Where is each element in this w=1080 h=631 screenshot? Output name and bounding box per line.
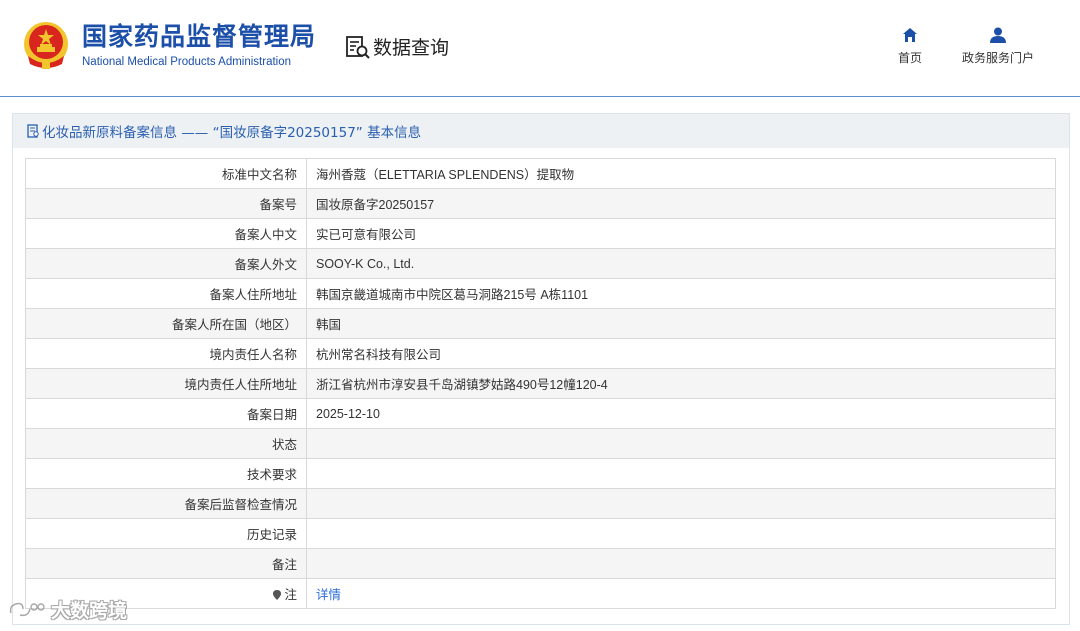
row-label: 境内责任人住所地址 [25,368,307,399]
table-row: 技术要求 [25,458,1056,489]
row-value: 国妆原备字20250157 [306,188,1056,219]
table-row: 境内责任人住所地址 浙江省杭州市淳安县千岛湖镇梦姑路490号12幢120-4 [25,368,1056,399]
table-row: 备案人所在国（地区） 韩国 [25,308,1056,339]
row-label: 状态 [25,428,307,459]
panel-title-text: 化妆品新原料备案信息 —— “国妆原备字20250157” 基本信息 [42,125,422,141]
row-label: 备注 [25,548,307,579]
row-value: 杭州常名科技有限公司 [306,338,1056,369]
row-value [306,518,1056,549]
table-row: 备案人中文 实已可意有限公司 [25,218,1056,249]
row-value: 韩国京畿道城南市中院区葛马洞路215号 A栋1101 [306,278,1056,309]
table-row: 境内责任人名称 杭州常名科技有限公司 [25,338,1056,369]
row-label: 技术要求 [25,458,307,489]
row-label: 历史记录 [25,518,307,549]
table-row: 状态 [25,428,1056,459]
info-panel: 化妆品新原料备案信息 —— “国妆原备字20250157” 基本信息 标准中文名… [12,113,1070,625]
row-value: 海州香蔻（ELETTARIA SPLENDENS）提取物 [306,158,1056,189]
row-value: 2025-12-10 [306,398,1056,429]
row-value: 实已可意有限公司 [306,218,1056,249]
info-table: 标准中文名称 海州香蔻（ELETTARIA SPLENDENS）提取物 备案号 … [25,158,1056,609]
row-label: 境内责任人名称 [25,338,307,369]
row-label: 备案日期 [25,398,307,429]
row-label: 标准中文名称 [25,158,307,189]
row-value: 韩国 [306,308,1056,339]
nav-service-portal[interactable]: 政务服务门户 [955,27,1041,66]
row-value: SOOY-K Co., Ltd. [306,248,1056,279]
row-value [306,428,1056,459]
pin-icon [273,590,282,600]
table-row: 备案人外文 SOOY-K Co., Ltd. [25,248,1056,279]
row-label: 备案后监督检查情况 [25,488,307,519]
row-value: 浙江省杭州市淳安县千岛湖镇梦姑路490号12幢120-4 [306,368,1056,399]
data-query-link[interactable]: 数据查询 [345,33,449,60]
national-emblem-icon [24,22,68,69]
row-value [306,548,1056,579]
user-icon [990,27,1006,43]
nav-service-portal-label: 政务服务门户 [961,51,1034,65]
row-label: 备案人外文 [25,248,307,279]
table-row: 注 详情 [25,578,1056,609]
nav-home-label: 首页 [897,51,922,65]
row-value [306,458,1056,489]
row-value [306,488,1056,519]
home-icon [903,28,917,42]
table-row: 历史记录 [25,518,1056,549]
table-row: 备案日期 2025-12-10 [25,398,1056,429]
watermark: 大数跨境 [8,596,127,623]
row-label: 备案人住所地址 [25,278,307,309]
row-label: 备案人所在国（地区） [25,308,307,339]
brand-name-en: National Medical Products Administration [82,56,292,68]
table-row: 备案号 国妆原备字20250157 [25,188,1056,219]
note-label: 注 [284,588,297,602]
watermark-logo-icon [9,602,45,616]
table-row: 备注 [25,548,1056,579]
panel-title: 化妆品新原料备案信息 —— “国妆原备字20250157” 基本信息 [27,122,422,141]
brand-name-cn: 国家药品监督管理局 [82,22,317,51]
nav-home[interactable]: 首页 [893,27,927,66]
row-label: 备案人中文 [25,218,307,249]
document-icon [27,124,39,138]
watermark-text: 大数跨境 [51,600,128,622]
brand[interactable]: 国家药品监督管理局 National Medical Products Admi… [82,22,316,68]
row-label: 备案号 [25,188,307,219]
data-query-label: 数据查询 [373,37,450,59]
table-row: 标准中文名称 海州香蔻（ELETTARIA SPLENDENS）提取物 [25,158,1056,189]
table-row: 备案后监督检查情况 [25,488,1056,519]
details-link[interactable]: 详情 [306,578,1056,609]
site-header: 国家药品监督管理局 National Medical Products Admi… [0,0,1080,97]
table-row: 备案人住所地址 韩国京畿道城南市中院区葛马洞路215号 A栋1101 [25,278,1056,309]
document-search-icon [346,35,370,59]
panel-body: 标准中文名称 海州香蔻（ELETTARIA SPLENDENS）提取物 备案号 … [13,148,1069,624]
